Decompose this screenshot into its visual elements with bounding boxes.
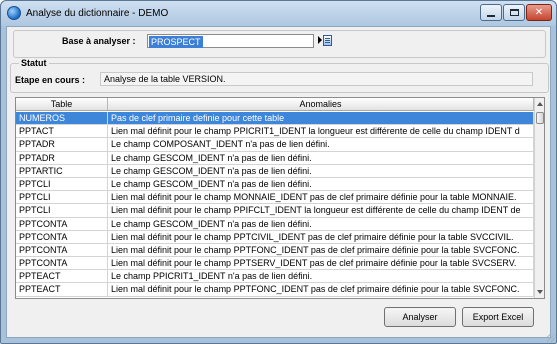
table-row[interactable]: NUMEROS Pas de clef primaire definie pour… [16,112,534,126]
cell-table: PPTADR [16,138,108,151]
cell-table: PPTEACT [16,270,108,283]
table-row[interactable]: PPTCONTA Lien mal définit pour le champ P… [16,257,534,271]
table-row[interactable]: PPTADR Le champ GESCOM_IDENT n'a pas de l… [16,151,534,165]
base-label: Base à analyser : [62,36,136,46]
column-header-table[interactable]: Table [16,98,108,110]
etape-label: Etape en cours : [15,75,86,85]
cell-anomalie: Lien mal définit pour le champ MONNAIE_I… [108,191,534,204]
close-icon: ✕ [534,6,544,18]
cell-anomalie: Lien mal définit pour le champ PPTFONC_I… [108,243,534,257]
close-button[interactable]: ✕ [526,4,552,21]
cell-table: PPTCLI [16,191,108,204]
table-row[interactable]: PPTEACT Lien mal définit pour le champ PP… [16,283,534,297]
scroll-up-icon[interactable] [537,102,543,106]
window-title: Analyse du dictionnaire - DEMO [26,8,169,19]
etape-value: Analyse de la table VERSION. [100,72,533,86]
cell-table: PPTEACT [16,283,108,296]
base-input-value: PROSPECT [149,36,203,48]
dialog-window: Analyse du dictionnaire - DEMO ✕ Base à … [0,0,557,344]
minimize-button[interactable] [480,4,502,21]
cell-anomalie: Le champ GESCOM_IDENT n'a pas de lien dé… [108,164,534,177]
anomalies-grid[interactable]: Table Anomalies NUMEROS Pas de clef prima… [15,97,545,299]
scroll-thumb[interactable] [536,112,544,124]
app-icon [7,6,21,20]
cell-table: PPTCLI [16,177,108,191]
cell-anomalie: Lien mal définit pour le champ PPIFCLT_I… [108,204,534,217]
minimize-icon [487,14,495,17]
title-bar[interactable]: Analyse du dictionnaire - DEMO ✕ [1,1,556,26]
cell-anomalie: Lien mal définit pour le champ PPICRIT1_… [108,125,534,138]
export-excel-button[interactable]: Export Excel [462,307,534,327]
table-row[interactable]: PPTEACT Le champ PPICRIT1_IDENT n'a pas d… [16,270,534,284]
table-row[interactable]: PPTCONTA Lien mal définit pour le champ P… [16,243,534,258]
cell-anomalie: Le champ GESCOM_IDENT n'a pas de lien dé… [108,217,534,230]
table-row[interactable]: PPTCONTA Le champ GESCOM_IDENT n'a pas de… [16,217,534,231]
grid-rows: NUMEROS Pas de clef primaire definie pour… [16,112,534,297]
cell-anomalie: Lien mal définit pour le champ PPTFONC_I… [108,283,534,296]
cell-table: PPTCONTA [16,217,108,230]
cell-anomalie: Pas de clef primaire definie pour cette … [108,112,534,125]
cell-table: PPTCONTA [16,230,108,243]
cell-table: PPTCONTA [16,243,108,257]
dialog-body: Base à analyser : PROSPECT Statut Etape … [6,26,551,338]
cell-table: NUMEROS [16,112,108,125]
grid-header: Table Anomalies [16,98,534,111]
cell-anomalie: Le champ PPICRIT1_IDENT n'a pas de lien … [108,270,534,283]
table-row[interactable]: PPTARTIC Le champ GESCOM_IDENT n'a pas de… [16,164,534,178]
table-row[interactable]: PPTCLI Le champ GESCOM_IDENT n'a pas de l… [16,177,534,192]
maximize-icon [509,9,519,16]
base-picker-button[interactable] [323,35,332,46]
maximize-button[interactable] [503,4,525,21]
column-header-anomalies[interactable]: Anomalies [108,98,534,110]
analyser-button[interactable]: Analyser [384,307,456,327]
base-input[interactable]: PROSPECT [147,34,314,48]
cell-table: PPTCONTA [16,257,108,270]
statut-title: Statut [19,58,49,68]
table-row[interactable]: PPTCLI Lien mal définit pour le champ MON… [16,191,534,205]
cell-table: PPTADR [16,151,108,164]
cell-table: PPTARTIC [16,164,108,177]
table-row[interactable]: PPTADR Le champ COMPOSANT_IDENT n'a pas d… [16,138,534,152]
cell-anomalie: Lien mal définit pour le champ PPTSERV_I… [108,257,534,270]
cell-table: PPTCLI [16,204,108,217]
cell-anomalie: Le champ GESCOM_IDENT n'a pas de lien dé… [108,151,534,164]
resize-grip-icon[interactable] [547,334,555,342]
table-row[interactable]: PPTACT Lien mal définit pour le champ PPI… [16,125,534,139]
cell-anomalie: Lien mal définit pour le champ PPTCIVIL_… [108,230,534,243]
table-row[interactable]: PPTCLI Lien mal définit pour le champ PPI… [16,204,534,218]
cell-anomalie: Le champ GESCOM_IDENT n'a pas de lien dé… [108,177,534,191]
table-row[interactable]: PPTCONTA Lien mal définit pour le champ P… [16,230,534,244]
scroll-down-icon[interactable] [537,290,543,294]
picker-arrow-icon [318,36,322,44]
vertical-scrollbar[interactable] [534,98,544,298]
cell-anomalie: Le champ COMPOSANT_IDENT n'a pas de lien… [108,138,534,151]
cell-table: PPTACT [16,125,108,138]
